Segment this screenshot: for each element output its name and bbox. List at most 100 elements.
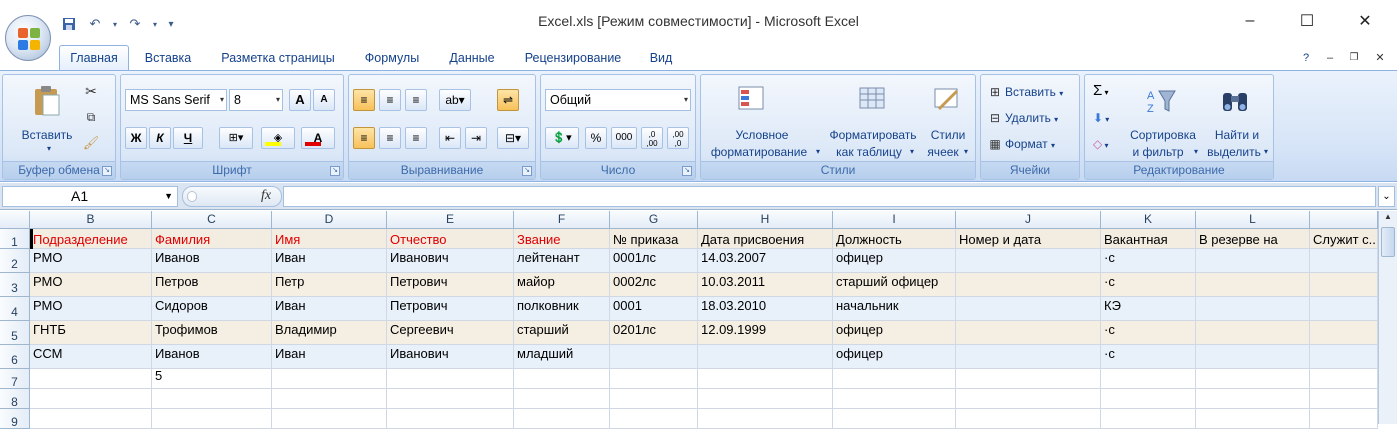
tab-page-layout[interactable]: Разметка страницы <box>213 46 343 70</box>
table-cell[interactable]: Петров <box>152 273 272 297</box>
table-cell[interactable] <box>1310 249 1378 273</box>
help-icon[interactable]: ? <box>1296 46 1316 70</box>
row-header[interactable]: 2 <box>0 249 30 273</box>
column-header[interactable]: J <box>956 211 1101 229</box>
table-cell[interactable]: Петрович <box>387 297 514 321</box>
row-header[interactable]: 1 <box>0 229 30 249</box>
paste-icon[interactable] <box>31 85 63 117</box>
increase-indent-icon[interactable]: ⇥ <box>465 127 487 149</box>
table-cell[interactable] <box>833 409 956 429</box>
binoculars-icon[interactable] <box>1219 85 1251 117</box>
table-cell[interactable]: Сергеевич <box>387 321 514 345</box>
table-cell[interactable] <box>387 369 514 389</box>
alignment-launcher-icon[interactable]: ↘ <box>522 166 532 176</box>
select-all-corner[interactable] <box>0 211 30 229</box>
align-right-icon[interactable]: ≡ <box>405 127 427 149</box>
table-cell[interactable] <box>387 409 514 429</box>
scroll-thumb[interactable] <box>1381 227 1395 257</box>
table-cell[interactable] <box>610 389 698 409</box>
table-cell[interactable] <box>833 369 956 389</box>
header-cell[interactable]: № приказа <box>610 229 698 249</box>
table-cell[interactable] <box>956 249 1101 273</box>
column-header[interactable]: I <box>833 211 956 229</box>
font-color-button[interactable]: A <box>301 127 335 149</box>
ribbon-close-icon[interactable]: ✕ <box>1372 46 1388 70</box>
orientation-icon[interactable]: ab▾ <box>439 89 471 111</box>
shrink-font-button[interactable]: A <box>313 89 335 111</box>
expand-formula-icon[interactable]: ⌄ <box>1378 186 1395 207</box>
table-cell[interactable]: ·с <box>1101 273 1196 297</box>
row-header[interactable]: 3 <box>0 273 30 297</box>
column-header[interactable]: H <box>698 211 833 229</box>
table-cell[interactable]: полковник <box>514 297 610 321</box>
percent-button[interactable]: % <box>585 127 607 149</box>
cell-styles-icon[interactable] <box>931 83 963 115</box>
ribbon-restore-icon[interactable]: ❐ <box>1346 46 1362 70</box>
table-cell[interactable]: старший <box>514 321 610 345</box>
table-cell[interactable]: Петрович <box>387 273 514 297</box>
row-header[interactable]: 7 <box>0 369 30 389</box>
ribbon-minimize-icon[interactable]: – <box>1322 46 1338 70</box>
table-cell[interactable]: начальник <box>833 297 956 321</box>
table-cell[interactable]: 0002лс <box>610 273 698 297</box>
format-as-table-line2[interactable]: как таблицу <box>823 144 915 160</box>
format-cells-icon[interactable]: ▦ <box>987 136 1003 152</box>
maximize-button[interactable]: ☐ <box>1284 6 1330 36</box>
table-cell[interactable] <box>30 389 152 409</box>
table-cell[interactable]: 12.09.1999 <box>698 321 833 345</box>
merge-cells-icon[interactable]: ⊟▾ <box>497 127 529 149</box>
row-header[interactable]: 4 <box>0 297 30 321</box>
fill-down-icon[interactable]: ⬇ ▾ <box>1093 110 1123 128</box>
table-cell[interactable] <box>152 409 272 429</box>
table-cell[interactable]: ·с <box>1101 249 1196 273</box>
column-header[interactable]: E <box>387 211 514 229</box>
table-cell[interactable]: Петр <box>272 273 387 297</box>
table-cell[interactable] <box>30 369 152 389</box>
decrease-decimal-icon[interactable]: ,00,0 <box>667 127 689 149</box>
italic-button[interactable]: К <box>149 127 171 149</box>
header-cell[interactable]: Подразделение <box>30 229 152 249</box>
align-left-icon[interactable]: ≡ <box>353 127 375 149</box>
table-cell[interactable]: Иванович <box>387 345 514 369</box>
table-cell[interactable] <box>1196 273 1310 297</box>
delete-cells-icon[interactable]: ⊟ <box>987 110 1003 126</box>
paste-dropdown-icon[interactable]: ▾ <box>29 141 69 157</box>
table-cell[interactable]: РМО <box>30 297 152 321</box>
conditional-formatting-icon[interactable] <box>735 83 767 115</box>
header-cell[interactable]: Вакантная <box>1101 229 1196 249</box>
table-cell[interactable]: Иван <box>272 249 387 273</box>
table-cell[interactable] <box>1196 249 1310 273</box>
table-cell[interactable] <box>1310 273 1378 297</box>
format-as-table-line1[interactable]: Форматировать <box>823 127 923 143</box>
worksheet-grid[interactable]: B C D E F G H I J K L 1 Подразделение Фамилия Имя Отчес… <box>0 211 1378 429</box>
table-cell[interactable]: РМО <box>30 249 152 273</box>
column-header[interactable]: K <box>1101 211 1196 229</box>
font-name-select[interactable]: MS Sans Serif ▾ <box>125 89 227 111</box>
table-cell[interactable] <box>1310 369 1378 389</box>
header-cell[interactable]: Номер и дата <box>956 229 1101 249</box>
table-cell[interactable] <box>514 389 610 409</box>
table-cell[interactable] <box>956 321 1101 345</box>
tab-data[interactable]: Данные <box>441 46 503 70</box>
table-cell[interactable]: ·с <box>1101 345 1196 369</box>
table-cell[interactable] <box>956 369 1101 389</box>
align-bottom-icon[interactable]: ≡ <box>405 89 427 111</box>
cell-styles-line2[interactable]: ячеек <box>923 144 963 160</box>
table-cell[interactable] <box>833 389 956 409</box>
table-cell[interactable] <box>698 369 833 389</box>
grow-font-button[interactable]: A <box>289 89 311 111</box>
decrease-indent-icon[interactable]: ⇤ <box>439 127 461 149</box>
tab-insert[interactable]: Вставка <box>136 46 200 70</box>
row-header[interactable]: 8 <box>0 389 30 409</box>
table-cell[interactable]: РМО <box>30 273 152 297</box>
tab-review[interactable]: Рецензирование <box>516 46 630 70</box>
table-cell[interactable] <box>1101 369 1196 389</box>
table-cell[interactable]: Владимир <box>272 321 387 345</box>
table-cell[interactable] <box>1310 409 1378 429</box>
table-cell[interactable] <box>1196 409 1310 429</box>
table-cell[interactable] <box>387 389 514 409</box>
autosum-button[interactable]: Σ ▾ <box>1093 83 1123 101</box>
table-cell[interactable] <box>514 369 610 389</box>
column-header[interactable]: B <box>30 211 152 229</box>
clipboard-launcher-icon[interactable]: ↘ <box>102 166 112 176</box>
